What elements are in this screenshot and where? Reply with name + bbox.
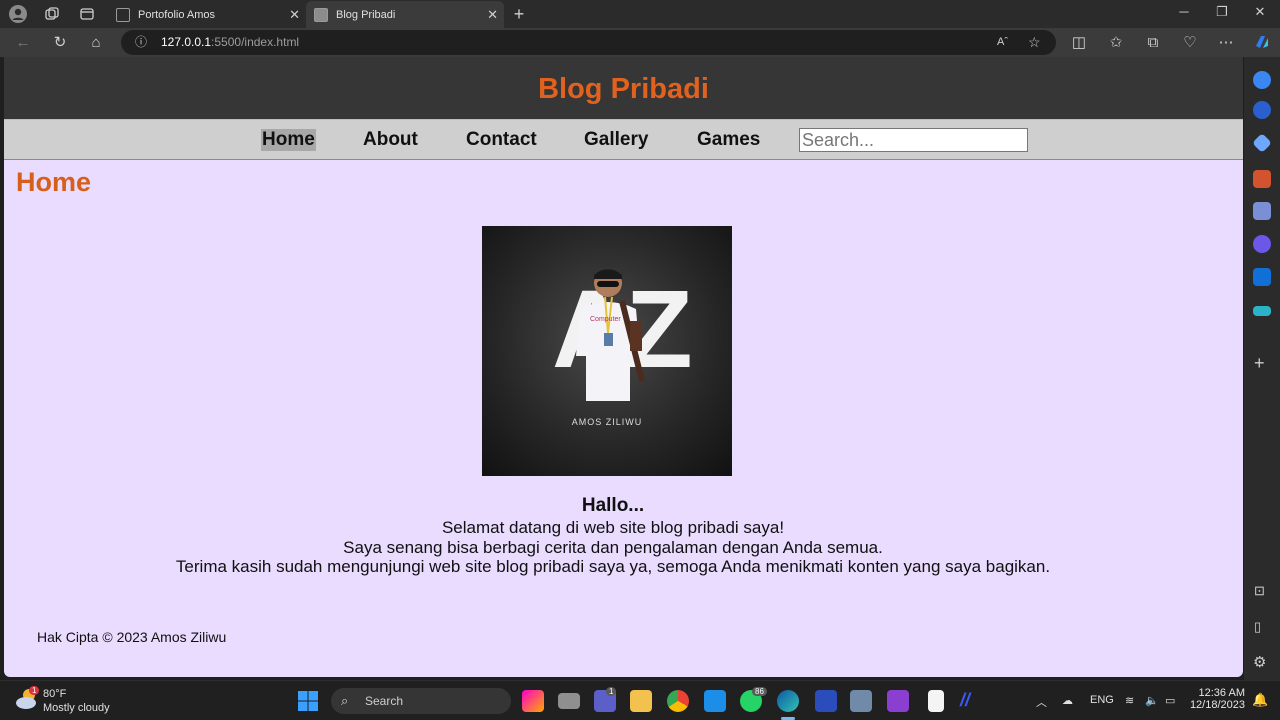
webpage: Blog Pribadi Home About Contact Gallery … [4, 57, 1243, 677]
taskbar: 1 80°F Mostly cloudy ⌕ Search 1 86 // ︿ … [0, 680, 1280, 720]
tab-actions-icon[interactable] [77, 4, 97, 24]
search-icon: ⌕ [341, 693, 349, 708]
outlook-icon[interactable] [1253, 268, 1271, 286]
search-sidebar-icon[interactable] [1253, 101, 1271, 119]
greeting-heading: Hallo... [581, 495, 645, 516]
address-toolbar: ← ↻ ⌂ ⓘ 127.0.0.1:5500/index.html Aˆ ☆ ◫… [0, 28, 1280, 57]
weather-temp: 80°F [43, 688, 67, 700]
page-icon [116, 7, 130, 22]
site-info-icon[interactable]: ⓘ [135, 30, 147, 55]
whatsapp-badge: 86 [752, 687, 767, 696]
screenshot-icon[interactable]: ⊡ [1254, 583, 1265, 599]
nav-contact[interactable]: Contact [465, 129, 538, 151]
url-host: 127.0.0.1 [161, 35, 212, 49]
close-window-icon[interactable]: ✕ [1248, 4, 1272, 20]
copilot-taskbar-icon[interactable] [522, 690, 544, 712]
minimize-icon[interactable]: ─ [1172, 4, 1196, 19]
favorites-icon[interactable]: ✩ [1106, 33, 1126, 53]
photo-caption: AMOS ZILIWU [571, 417, 643, 427]
collections-icon[interactable]: ⧉ [1143, 33, 1163, 53]
edge-icon[interactable] [777, 690, 799, 712]
nav-gallery[interactable]: Gallery [583, 129, 649, 151]
clock[interactable]: 12:36 AM 12/18/2023 [1185, 687, 1245, 711]
welcome-line: Selamat datang di web site blog pribadi … [441, 518, 785, 537]
tab-blog-pribadi[interactable]: Blog Pribadi ✕ [306, 1, 504, 28]
settings-gear-icon[interactable]: ⚙ [1253, 653, 1266, 671]
home-icon[interactable]: ⌂ [86, 33, 106, 53]
weather-desc: Mostly cloudy [43, 702, 110, 714]
hide-sidebar-icon[interactable]: ▯ [1254, 619, 1261, 635]
volume-icon[interactable]: 🔈 [1145, 694, 1159, 707]
tab-label: Blog Pribadi [336, 8, 396, 21]
taskbar-search[interactable]: ⌕ Search [331, 688, 511, 714]
copilot-icon[interactable] [1252, 32, 1272, 52]
address-bar[interactable]: ⓘ 127.0.0.1:5500/index.html Aˆ ☆ [121, 30, 1056, 55]
browser-sidebar: + ⊡ ▯ ⚙ [1244, 57, 1280, 680]
nav-about[interactable]: About [362, 129, 419, 151]
refresh-icon[interactable]: ↻ [50, 33, 70, 53]
weather-widget[interactable]: 1 80°F Mostly cloudy [14, 686, 110, 715]
welcome-text: Hallo... Selamat datang di web site blog… [4, 495, 1222, 577]
profile-icon[interactable] [8, 4, 28, 24]
split-screen-icon[interactable]: ◫ [1069, 33, 1089, 53]
back-icon[interactable]: ← [13, 33, 33, 53]
copilot-sidebar-icon[interactable] [1253, 235, 1271, 253]
battery-icon[interactable]: ▭ [1165, 694, 1175, 707]
maximize-icon[interactable]: ❐ [1210, 4, 1234, 20]
clock-date: 12/18/2023 [1189, 699, 1245, 711]
favorite-star-icon[interactable]: ☆ [1028, 30, 1041, 55]
tools-icon[interactable] [1253, 170, 1271, 188]
onedrive-icon[interactable]: ☁ [1062, 694, 1073, 707]
task-view-icon[interactable] [558, 693, 580, 709]
app-icon[interactable] [815, 690, 837, 712]
games-icon[interactable] [1253, 202, 1271, 220]
notepad-icon[interactable] [928, 690, 944, 712]
read-aloud-icon[interactable]: Aˆ [997, 30, 1008, 55]
new-tab-icon[interactable]: + [509, 4, 529, 24]
windows-start-icon[interactable] [297, 690, 319, 712]
profile-photo: AZ Computer AMOS ZILIWU [482, 226, 732, 476]
wifi-icon[interactable]: ≋ [1125, 694, 1134, 707]
nav-games[interactable]: Games [696, 129, 761, 151]
slash-app-icon[interactable]: // [960, 690, 982, 712]
footer-copyright: Hak Cipta © 2023 Amos Ziliwu [37, 629, 227, 645]
browser-tab-bar: Portofolio Amos ✕ Blog Pribadi ✕ + ─ ❐ ✕ [0, 0, 1280, 28]
close-tab-icon[interactable]: ✕ [487, 7, 498, 23]
drop-icon[interactable] [1253, 306, 1271, 316]
browser-essentials-icon[interactable]: ♡ [1180, 33, 1200, 53]
page-title: Home [16, 167, 92, 197]
url-path: :5500/index.html [211, 35, 300, 49]
search-label: Search [365, 694, 404, 708]
language-indicator[interactable]: ENG [1090, 694, 1114, 706]
tab-label: Portofolio Amos [138, 8, 216, 21]
close-tab-icon[interactable]: ✕ [289, 7, 300, 23]
site-title: Blog Pribadi [538, 73, 709, 105]
svg-text:Computer: Computer [590, 316, 621, 323]
file-explorer-icon[interactable] [630, 690, 652, 712]
notification-icon[interactable]: 🔔 [1252, 692, 1268, 708]
chrome-icon[interactable] [667, 690, 689, 712]
site-header: Blog Pribadi [4, 57, 1243, 119]
nav-menu: Home About Contact Gallery Games [4, 119, 1243, 160]
nav-home[interactable]: Home [261, 129, 316, 151]
shopping-tag-icon[interactable] [1252, 133, 1272, 153]
search-input[interactable] [799, 128, 1028, 152]
more-menu-icon[interactable]: ⋯ [1216, 33, 1236, 53]
clock-time: 12:36 AM [1198, 687, 1245, 699]
add-sidebar-icon[interactable]: + [1254, 353, 1265, 374]
person-figure: Computer [576, 269, 645, 401]
welcome-line: Terima kasih sudah mengunjungi web site … [175, 557, 1051, 576]
site-icon [314, 7, 328, 22]
tray-overflow-icon[interactable]: ︿ [1036, 694, 1047, 710]
network-app-icon[interactable] [850, 690, 872, 712]
bell-icon[interactable] [1253, 71, 1271, 89]
workspaces-icon[interactable] [42, 4, 62, 24]
vscode-icon[interactable] [704, 690, 726, 712]
phpstorm-icon[interactable] [887, 690, 909, 712]
welcome-line: Saya senang bisa berbagi cerita dan peng… [343, 537, 883, 557]
tab-portofolio[interactable]: Portofolio Amos ✕ [108, 1, 306, 28]
